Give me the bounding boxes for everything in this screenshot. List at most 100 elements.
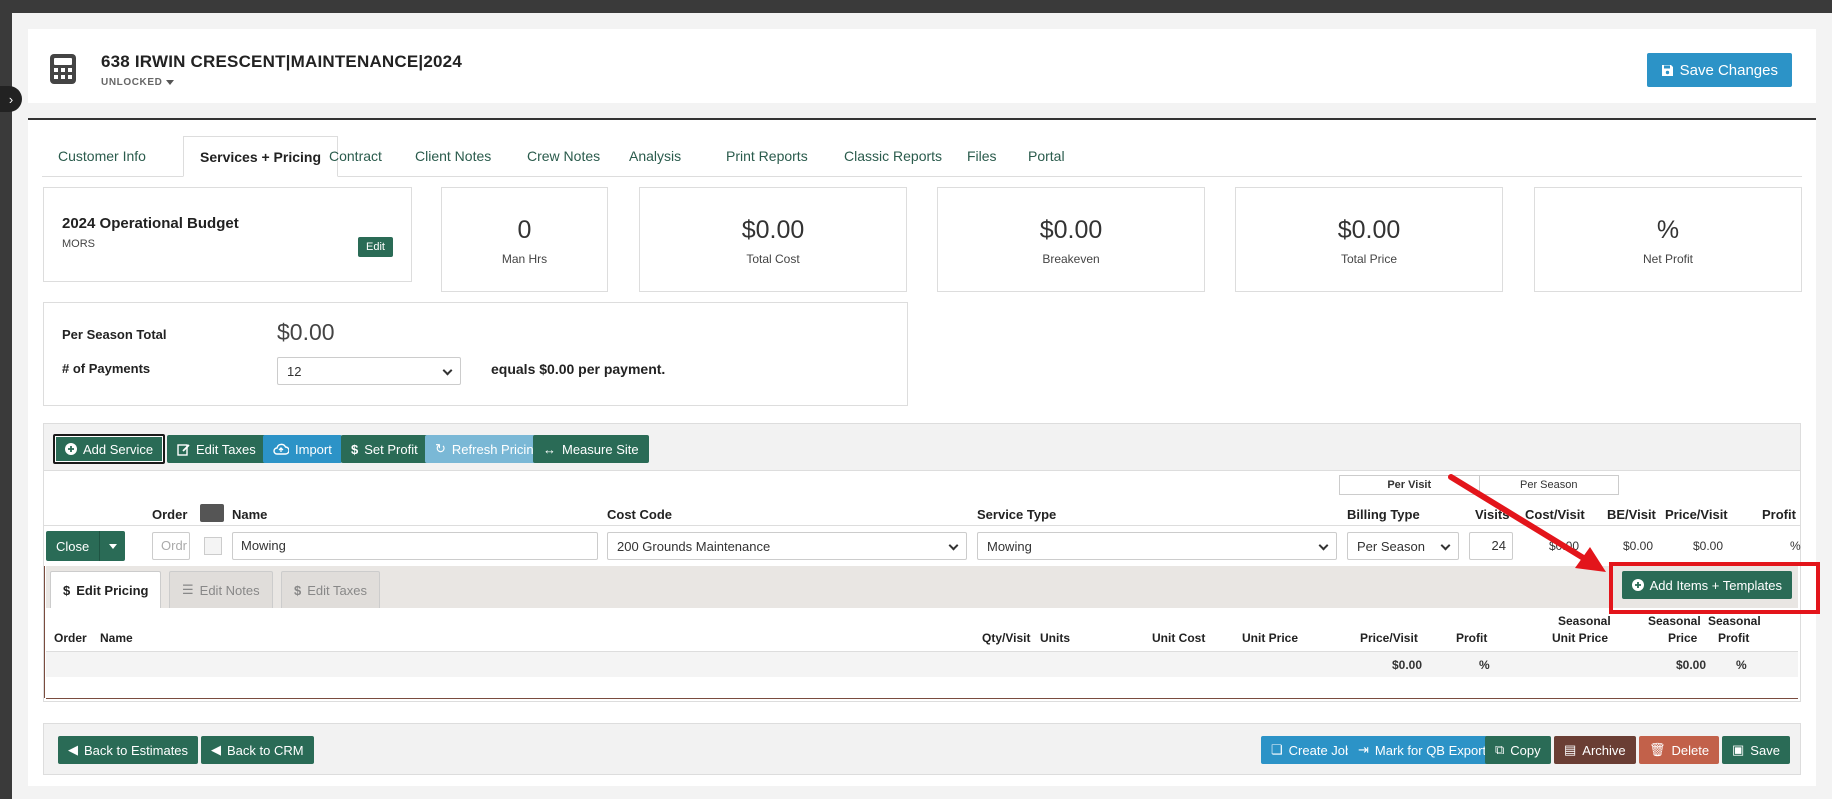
tab-contract[interactable]: Contract <box>313 136 398 177</box>
col-price-visit: Price/Visit <box>1665 507 1728 522</box>
arrows-horizontal-icon: ↔ <box>543 441 556 457</box>
close-button[interactable]: Close <box>46 531 100 561</box>
edit-taxes-label: Edit Taxes <box>196 441 256 457</box>
item-col-profit: Profit <box>1456 631 1488 645</box>
back-to-crm-label: Back to CRM <box>227 742 304 758</box>
stat-value: $0.00 <box>1337 216 1401 244</box>
edit-notes-label: Edit Notes <box>199 582 260 598</box>
add-service-button[interactable]: Add Service <box>53 434 166 464</box>
save-changes-label: Save Changes <box>1679 61 1778 79</box>
tab-edit-notes[interactable]: ☰ Edit Notes <box>169 571 273 608</box>
budget-subtitle: MORS <box>62 238 95 250</box>
billing-type-value: Per Season <box>1357 539 1425 554</box>
per-season-option[interactable]: Per Season <box>1480 476 1619 494</box>
close-dropdown-toggle[interactable] <box>99 531 126 561</box>
lock-status-dropdown[interactable]: UNLOCKED <box>101 77 175 88</box>
set-profit-button[interactable]: $ Set Profit <box>341 435 428 463</box>
billing-type-select[interactable]: Per Season <box>1347 532 1459 560</box>
plus-circle-icon <box>65 443 77 455</box>
tab-portal[interactable]: Portal <box>1012 136 1081 177</box>
per-visit-option[interactable]: Per Visit <box>1340 476 1480 494</box>
stat-label: Total Price <box>1340 252 1398 266</box>
service-name-input[interactable]: Mowing <box>232 532 598 560</box>
back-to-crm-button[interactable]: ◀ Back to CRM <box>201 736 314 764</box>
mark-for-qb-export-button[interactable]: ⇥ Mark for QB Export <box>1348 736 1497 764</box>
measure-site-button[interactable]: ↔ Measure Site <box>533 435 649 463</box>
refresh-pricing-button[interactable]: ↻ Refresh Pricing <box>425 435 551 463</box>
import-button[interactable]: Import <box>263 435 342 463</box>
footer-actions: ◀ Back to Estimates ◀ Back to CRM ❏ Crea… <box>43 723 1801 775</box>
order-input[interactable]: Ordr <box>152 532 190 560</box>
col-name: Name <box>232 507 268 522</box>
payments-select[interactable]: 12 <box>277 357 461 385</box>
stat-value: 0 <box>517 216 532 244</box>
edit-taxes-button[interactable]: Edit Taxes <box>167 435 266 463</box>
col-visits: Visits <box>1475 507 1510 522</box>
per-season-total-value: $0.00 <box>277 319 335 345</box>
service-toolbar: Add Service Edit Taxes Import $ Set Prof… <box>43 423 1801 471</box>
col-cost-visit: Cost/Visit <box>1525 507 1585 522</box>
calculator-icon <box>50 54 76 84</box>
item-col-unit-cost: Unit Cost <box>1152 631 1206 645</box>
measure-site-label: Measure Site <box>562 441 639 457</box>
item-col-seasonal-unit-price: Unit Price <box>1552 631 1609 645</box>
stat-label: Man Hrs <box>501 252 548 266</box>
tab-files[interactable]: Files <box>951 136 1013 177</box>
copy-icon: ⧉ <box>1495 742 1505 757</box>
payments-value: 12 <box>287 364 302 379</box>
chevron-left-circle-icon: ◀ <box>68 742 78 757</box>
services-grid: Per Visit Per Season Order Name Cost Cod… <box>43 471 1801 702</box>
service-type-select[interactable]: Mowing <box>977 532 1337 560</box>
dollar-icon: $ <box>294 582 302 598</box>
tab-print-reports[interactable]: Print Reports <box>710 136 824 177</box>
tab-edit-taxes-sub[interactable]: $ Edit Taxes <box>281 571 380 608</box>
close-button-group: Close <box>46 531 126 561</box>
tab-customer-info[interactable]: Customer Info <box>42 136 162 177</box>
tab-analysis[interactable]: Analysis <box>613 136 697 177</box>
list-icon: ☰ <box>182 582 194 597</box>
import-label: Import <box>295 441 332 457</box>
archive-button[interactable]: ▤ Archive <box>1554 736 1636 764</box>
row-checkbox[interactable] <box>204 537 222 555</box>
copy-button[interactable]: ⧉ Copy <box>1485 736 1551 764</box>
per-season-total-label: Per Season Total <box>62 327 167 342</box>
service-type-value: Mowing <box>987 539 1032 554</box>
save-changes-button[interactable]: Save Changes <box>1646 53 1792 87</box>
stat-total-price: $0.00 Total Price <box>1235 187 1503 292</box>
set-profit-label: Set Profit <box>364 441 418 457</box>
stat-label: Total Cost <box>746 252 800 266</box>
tab-crew-notes[interactable]: Crew Notes <box>511 136 616 177</box>
drag-toggle-icon[interactable] <box>200 504 224 522</box>
tab-client-notes[interactable]: Client Notes <box>399 136 507 177</box>
item-col-name: Name <box>100 631 133 645</box>
mark-qb-label: Mark for QB Export <box>1374 742 1487 758</box>
refresh-pricing-label: Refresh Pricing <box>451 441 541 457</box>
budget-title: 2024 Operational Budget <box>62 215 239 232</box>
sign-in-icon: ⇥ <box>1358 742 1369 757</box>
delete-button[interactable]: 🗑 Delete <box>1639 736 1720 764</box>
item-col-units: Units <box>1040 631 1070 645</box>
col-be-visit: BE/Visit <box>1607 507 1656 522</box>
chevron-down-icon <box>948 540 959 551</box>
total-seasonal-profit: % <box>1736 658 1747 672</box>
visits-input[interactable]: 24 <box>1469 532 1513 560</box>
per-visit-season-toggle[interactable]: Per Visit Per Season <box>1339 475 1619 495</box>
stat-label: Breakeven <box>1042 252 1100 266</box>
total-profit: % <box>1479 658 1490 672</box>
edit-budget-button[interactable]: Edit <box>358 237 393 257</box>
col-billing-type: Billing Type <box>1347 507 1420 522</box>
profit-value: % <box>1790 539 1801 553</box>
cost-code-select[interactable]: 200 Grounds Maintenance <box>607 532 967 560</box>
edit-taxes-sub-label: Edit Taxes <box>307 582 367 598</box>
dollar-icon: $ <box>351 441 359 457</box>
save-button[interactable]: ▣ Save <box>1722 736 1790 764</box>
chevron-left-circle-icon: ◀ <box>211 742 221 757</box>
archive-icon: ▤ <box>1564 742 1577 757</box>
tab-classic-reports[interactable]: Classic Reports <box>828 136 958 177</box>
back-to-estimates-button[interactable]: ◀ Back to Estimates <box>58 736 199 764</box>
tab-edit-pricing[interactable]: $ Edit Pricing <box>50 571 162 608</box>
item-col-qty-visit: Qty/Visit <box>982 631 1031 645</box>
save-icon: ▣ <box>1732 742 1745 757</box>
caret-down-icon <box>108 543 117 549</box>
page-title: 638 IRWIN CRESCENT|MAINTENANCE|2024 <box>101 52 462 71</box>
